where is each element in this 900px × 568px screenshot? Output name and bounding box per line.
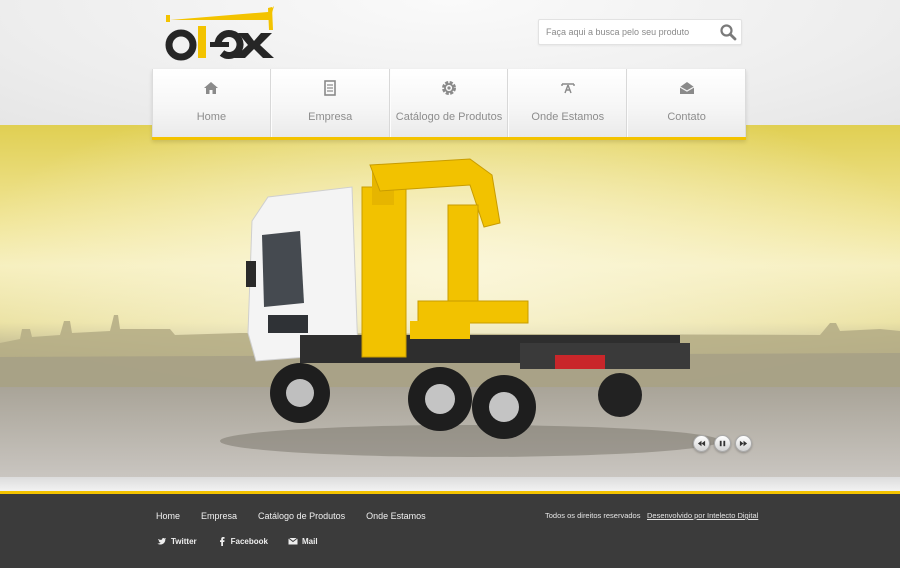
nav-item-home[interactable]: Home <box>152 69 271 140</box>
search-box <box>538 19 742 45</box>
social-links: Twitter Facebook Mail <box>157 536 338 546</box>
slider-pause-button[interactable] <box>714 435 731 452</box>
slider-controls <box>693 435 752 452</box>
nav-item-empresa[interactable]: Empresa <box>270 69 390 140</box>
slider-next-button[interactable] <box>735 435 752 452</box>
footer-nav: Home Empresa Catálogo de Produtos Onde E… <box>156 511 447 521</box>
search-input[interactable] <box>539 20 715 44</box>
home-icon <box>204 82 219 94</box>
map-icon <box>561 83 575 94</box>
footer-link-catalogo[interactable]: Catálogo de Produtos <box>258 511 345 521</box>
nav-label: Onde Estamos <box>531 111 605 123</box>
envelope-icon <box>679 82 694 94</box>
nav-label: Catálogo de Produtos <box>395 111 503 123</box>
footer-link-onde-estamos[interactable]: Onde Estamos <box>366 511 426 521</box>
social-link-facebook[interactable]: Facebook <box>217 536 268 546</box>
social-link-mail[interactable]: Mail <box>288 536 318 546</box>
hero-slider <box>0 125 900 477</box>
nav-label: Home <box>196 111 227 123</box>
pause-icon <box>719 440 726 447</box>
nav-item-onde-estamos[interactable]: Onde Estamos <box>508 69 628 140</box>
copyright-text: Todos os direitos reservados <box>545 511 641 520</box>
fast-forward-icon <box>739 440 748 447</box>
slider-previous-button[interactable] <box>693 435 710 452</box>
main-nav: Home Empresa Catálogo de Produtos Onde E… <box>152 69 746 140</box>
twitter-icon <box>157 537 166 545</box>
footer-link-empresa[interactable]: Empresa <box>201 511 237 521</box>
footer: Home Empresa Catálogo de Produtos Onde E… <box>0 491 900 568</box>
social-link-twitter[interactable]: Twitter <box>157 536 197 546</box>
nav-label: Empresa <box>308 111 353 123</box>
nav-label: Contato <box>667 111 706 123</box>
nav-item-contato[interactable]: Contato <box>627 69 746 140</box>
footer-link-home[interactable]: Home <box>156 511 180 521</box>
yellow-crane-truck-photo <box>0 125 900 477</box>
mail-icon <box>288 537 298 545</box>
nav-item-catalogo[interactable]: Catálogo de Produtos <box>389 69 509 140</box>
rewind-icon <box>697 440 706 447</box>
document-icon <box>324 80 336 96</box>
slider-bottom-strip <box>0 477 900 491</box>
social-label: Mail <box>301 536 318 546</box>
developer-credit-link[interactable]: Desenvolvido por Intelecto Digital <box>647 511 758 520</box>
social-label: Twitter <box>171 536 197 546</box>
gear-icon <box>441 81 456 95</box>
facebook-icon <box>219 537 225 546</box>
search-icon[interactable] <box>719 23 737 41</box>
social-label: Facebook <box>230 536 268 546</box>
otex-logo[interactable] <box>164 6 282 64</box>
